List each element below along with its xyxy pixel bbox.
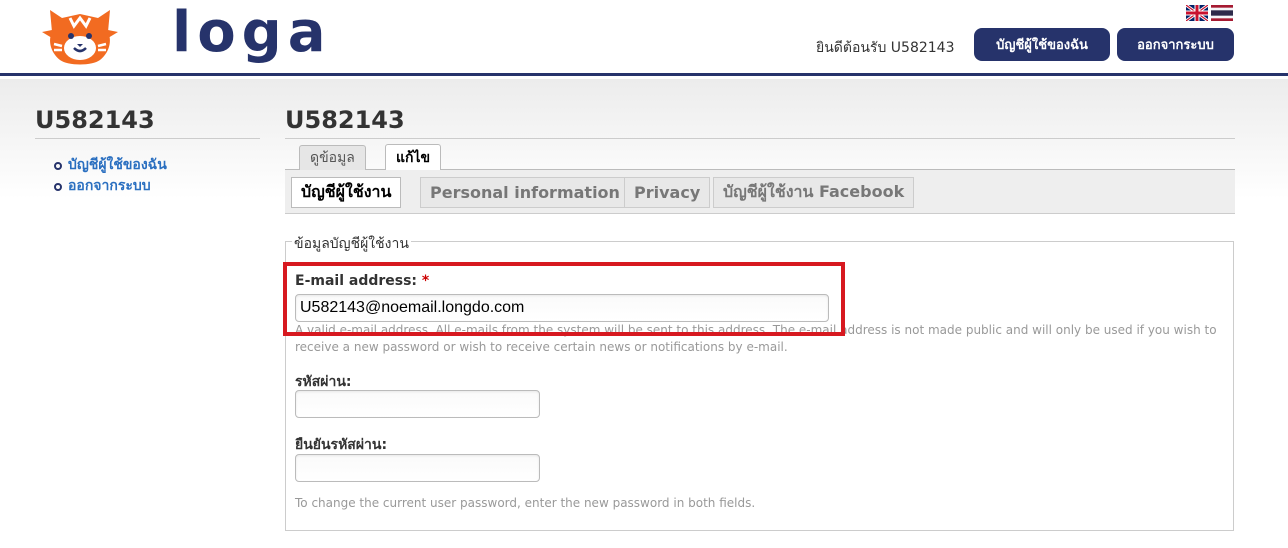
required-mark: *: [421, 273, 430, 289]
subtab-personal-information[interactable]: Personal information: [420, 177, 630, 208]
sidebar-item-label: บัญชีผู้ใช้ของฉัน: [68, 157, 167, 173]
sidebar-item-logout[interactable]: ออกจากระบบ: [54, 176, 167, 197]
sidebar-menu: บัญชีผู้ใช้ของฉัน ออกจากระบบ: [54, 155, 167, 197]
welcome-text: ยินดีต้อนรับ U582143: [816, 40, 955, 56]
email-label: E-mail address: *: [295, 273, 429, 289]
logout-button[interactable]: ออกจากระบบ: [1117, 28, 1234, 61]
language-switcher: [1186, 5, 1233, 21]
bullet-icon: [54, 161, 62, 170]
secondary-tabs: บัญชีผู้ใช้งาน Personal information Priv…: [285, 170, 1235, 214]
subtab-facebook-account[interactable]: บัญชีผู้ใช้งาน Facebook: [713, 177, 915, 208]
logo-text: loga: [172, 0, 332, 65]
english-flag-icon[interactable]: [1186, 5, 1208, 21]
fieldset-legend: ข้อมูลบัญชีผู้ใช้งาน: [292, 233, 411, 255]
sidebar-title: U582143: [35, 106, 260, 139]
sidebar-item-my-account[interactable]: บัญชีผู้ใช้ของฉัน: [54, 155, 167, 176]
password-hint: To change the current user password, ent…: [295, 496, 756, 510]
primary-tabs: ดูข้อมูล แก้ไข: [285, 143, 1235, 170]
thai-flag-icon[interactable]: [1211, 5, 1233, 21]
my-account-button[interactable]: บัญชีผู้ใช้ของฉัน: [974, 28, 1110, 61]
tab-view[interactable]: ดูข้อมูล: [299, 145, 366, 170]
tab-edit[interactable]: แก้ไข: [385, 144, 442, 170]
email-label-text: E-mail address:: [295, 273, 418, 289]
bullet-icon: [54, 182, 62, 191]
password-field[interactable]: [295, 390, 540, 418]
site-header: loga ยินดีต้อนรับ U582143 บัญชีผู้ใช้ของ…: [0, 0, 1288, 76]
subtab-privacy[interactable]: Privacy: [624, 177, 711, 208]
email-description-line1: A valid e-mail address. All e-mails from…: [295, 323, 1217, 337]
email-description-line2: receive a new password or wish to receiv…: [295, 340, 788, 354]
confirm-password-field[interactable]: [295, 454, 540, 482]
page-title: U582143: [285, 106, 1235, 139]
site-logo[interactable]: loga: [40, 0, 326, 68]
confirm-password-label: ยืนยันรหัสผ่าน:: [295, 437, 388, 453]
tiger-logo-icon: [42, 10, 118, 65]
sidebar-item-label: ออกจากระบบ: [68, 178, 151, 194]
email-field[interactable]: [295, 294, 829, 322]
subtab-account[interactable]: บัญชีผู้ใช้งาน: [291, 177, 402, 208]
